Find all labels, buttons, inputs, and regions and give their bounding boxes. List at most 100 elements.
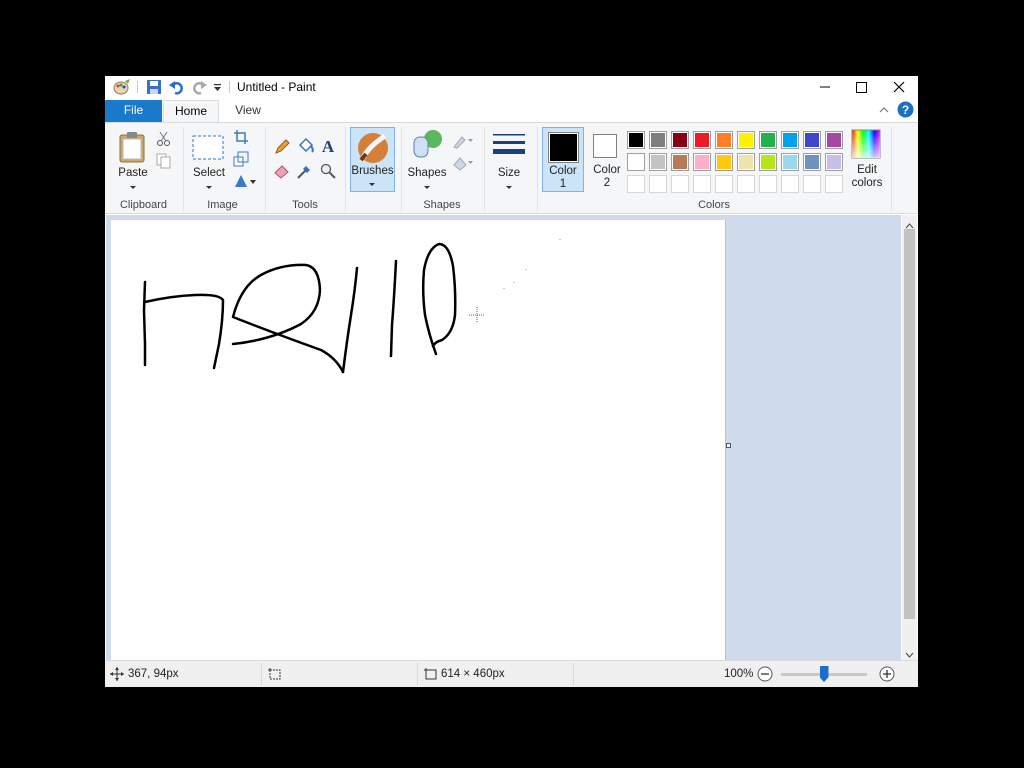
scrollbar-thumb[interactable] xyxy=(904,229,915,619)
minimize-button[interactable] xyxy=(807,76,843,98)
scroll-down-icon[interactable] xyxy=(905,647,914,661)
palette-swatch[interactable] xyxy=(803,131,821,149)
palette-swatch[interactable] xyxy=(627,175,645,193)
tab-home[interactable]: Home xyxy=(163,100,219,122)
palette-swatch[interactable] xyxy=(693,175,711,193)
vertical-scrollbar[interactable] xyxy=(902,215,917,660)
palette-swatch[interactable] xyxy=(627,131,645,149)
palette-swatch[interactable] xyxy=(693,153,711,171)
group-label-shapes: Shapes xyxy=(423,199,461,211)
palette-swatch[interactable] xyxy=(781,153,799,171)
palette-swatch[interactable] xyxy=(693,131,711,149)
palette-swatch[interactable] xyxy=(671,153,689,171)
ribbon-home: Paste Clipboard Select Image A Tools Bru… xyxy=(105,122,918,214)
palette-swatch[interactable] xyxy=(781,131,799,149)
chevron-down-icon xyxy=(130,186,136,189)
edit-colors-label: Edit xyxy=(857,164,877,176)
crop-icon[interactable] xyxy=(233,129,249,145)
canvas-resize-handle[interactable] xyxy=(726,443,731,448)
tab-view[interactable]: View xyxy=(223,100,273,122)
palette-swatch[interactable] xyxy=(825,153,843,171)
clipboard-icon xyxy=(118,131,148,166)
palette-swatch[interactable] xyxy=(737,175,755,193)
chevron-down-icon xyxy=(206,186,212,189)
selection-size-icon xyxy=(267,667,281,684)
title-bar: Untitled - Paint xyxy=(105,76,918,98)
maximize-button[interactable] xyxy=(843,76,879,98)
palette-swatch[interactable] xyxy=(825,175,843,193)
window-title: Untitled - Paint xyxy=(237,80,316,94)
fill-icon[interactable] xyxy=(452,155,473,171)
paint-window: Untitled - Paint File Home View ? Paste xyxy=(105,76,918,687)
color2-swatch xyxy=(593,134,617,158)
help-icon[interactable]: ? xyxy=(897,101,914,121)
palette-swatch[interactable] xyxy=(671,175,689,193)
zoom-slider[interactable] xyxy=(781,666,867,682)
palette-swatch[interactable] xyxy=(649,131,667,149)
undo-icon[interactable] xyxy=(169,79,185,95)
status-bar: 367, 94px 614 × 460px 100% xyxy=(105,660,918,687)
color2-number: 2 xyxy=(603,177,611,189)
zoom-in-icon[interactable] xyxy=(879,666,895,685)
chevron-down-icon xyxy=(369,183,375,186)
shapes-label: Shapes xyxy=(407,167,447,179)
outline-icon[interactable] xyxy=(452,133,473,149)
tab-file[interactable]: File xyxy=(105,100,162,122)
palette-swatch[interactable] xyxy=(649,175,667,193)
palette-swatch[interactable] xyxy=(715,131,733,149)
zoom-level: 100% xyxy=(724,668,754,680)
fill-bucket-icon[interactable] xyxy=(297,137,314,153)
save-icon[interactable] xyxy=(146,79,162,95)
group-label-clipboard: Clipboard xyxy=(119,199,168,211)
select-button[interactable]: Select xyxy=(189,129,229,193)
text-tool-icon[interactable]: A xyxy=(320,137,336,156)
palette-swatch[interactable] xyxy=(825,131,843,149)
color-picker-icon[interactable] xyxy=(297,163,313,179)
close-button[interactable] xyxy=(881,76,917,98)
palette-swatch[interactable] xyxy=(715,153,733,171)
zoom-out-icon[interactable] xyxy=(757,666,773,685)
paste-button[interactable]: Paste xyxy=(113,129,153,193)
palette-swatch[interactable] xyxy=(759,175,777,193)
size-label: Size xyxy=(497,167,521,179)
palette-swatch[interactable] xyxy=(715,175,733,193)
pencil-icon[interactable] xyxy=(274,139,290,155)
palette-swatch[interactable] xyxy=(803,175,821,193)
paint-palette-icon[interactable] xyxy=(113,79,131,95)
edit-colors-icon xyxy=(851,129,881,162)
drawing-canvas[interactable] xyxy=(111,220,725,660)
copy-icon[interactable] xyxy=(156,153,172,169)
select-label: Select xyxy=(193,167,225,179)
eraser-icon[interactable] xyxy=(274,163,290,179)
cut-icon[interactable] xyxy=(156,131,172,147)
image-size-icon xyxy=(423,667,437,684)
palette-swatch[interactable] xyxy=(737,131,755,149)
palette-swatch[interactable] xyxy=(803,153,821,171)
shapes-button[interactable]: Shapes xyxy=(405,129,449,193)
palette-swatch[interactable] xyxy=(737,153,755,171)
resize-icon[interactable] xyxy=(233,151,249,167)
customize-quick-access-icon[interactable] xyxy=(213,82,222,98)
edit-colors-button[interactable]: Edit colors xyxy=(847,127,887,192)
palette-swatch[interactable] xyxy=(649,153,667,171)
collapse-ribbon-icon[interactable] xyxy=(878,104,890,118)
brushes-button[interactable]: Brushes xyxy=(350,127,395,192)
image-size: 614 × 460px xyxy=(441,668,505,680)
redo-icon[interactable] xyxy=(191,79,207,95)
palette-swatch[interactable] xyxy=(781,175,799,193)
color-palette xyxy=(627,127,847,193)
color1-button[interactable]: Color 1 xyxy=(542,127,584,192)
palette-swatch[interactable] xyxy=(759,131,777,149)
cursor-position-icon xyxy=(110,667,124,684)
brushes-label: Brushes xyxy=(351,165,394,177)
drawing-strokes xyxy=(142,239,561,374)
color2-button[interactable]: Color 2 xyxy=(587,127,627,192)
palette-swatch[interactable] xyxy=(671,131,689,149)
magnifier-icon[interactable] xyxy=(320,163,336,179)
group-label-colors: Colors xyxy=(698,199,730,211)
zoom-slider-thumb[interactable] xyxy=(819,666,829,682)
size-button[interactable]: Size xyxy=(488,129,530,193)
palette-swatch[interactable] xyxy=(759,153,777,171)
rotate-icon[interactable] xyxy=(233,173,256,189)
palette-swatch[interactable] xyxy=(627,153,645,171)
